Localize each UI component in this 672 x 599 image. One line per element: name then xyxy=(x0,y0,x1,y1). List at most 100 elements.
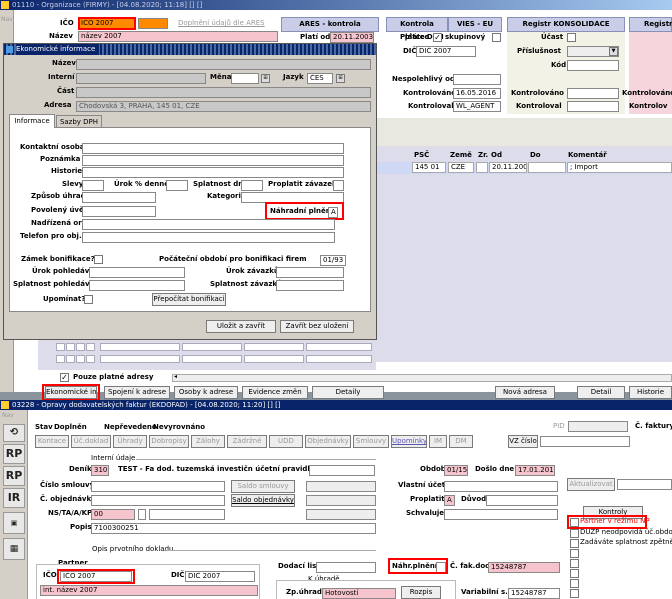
rozpis-button[interactable]: Rozpis xyxy=(401,586,441,599)
ir-icon[interactable]: IR xyxy=(3,488,25,508)
nespolehlivy-field[interactable] xyxy=(453,74,501,85)
prislusnost-dropdown[interactable]: ▼ xyxy=(609,47,618,56)
nav-arrows-icon[interactable]: ⟲ xyxy=(3,424,25,442)
list-item[interactable] xyxy=(306,355,372,363)
ns-field-4[interactable] xyxy=(306,509,376,520)
urok-zavazku-field[interactable] xyxy=(276,267,344,278)
detaily-button[interactable]: Detaily xyxy=(312,386,384,399)
list-item[interactable] xyxy=(244,355,304,363)
platce-dph-checkbox[interactable]: ✓ xyxy=(433,33,442,42)
slevy-field[interactable] xyxy=(82,180,104,191)
list-item[interactable] xyxy=(66,355,75,363)
spojeni-k-adrese-button[interactable]: Spojení k adrese xyxy=(104,386,170,399)
evidence-zmen-button[interactable]: Evidence změn xyxy=(242,386,308,399)
grid-cell-zeme[interactable]: CZE xyxy=(448,162,474,173)
list-item[interactable] xyxy=(56,343,65,351)
list-item[interactable] xyxy=(100,343,180,351)
zadrzne-button[interactable]: Zádržné xyxy=(227,435,267,448)
kontace-button[interactable]: Kontace xyxy=(35,435,69,448)
zavrit-bez-ulozeni-button[interactable]: Zavřít bez uložení xyxy=(280,320,354,333)
vz-cislo-field[interactable] xyxy=(540,436,630,447)
nazev-field[interactable]: název 2007 xyxy=(78,31,278,42)
ucast-checkbox[interactable] xyxy=(567,33,576,42)
denik-field[interactable]: 310 xyxy=(91,465,109,476)
vies-header[interactable]: VIES - EU xyxy=(448,17,502,32)
kontroloval2-field[interactable] xyxy=(567,101,619,112)
dialog-interni-field[interactable] xyxy=(76,73,206,84)
grid-cell-od[interactable]: 20.11.2003 xyxy=(489,162,527,173)
upominat-checkbox[interactable] xyxy=(84,295,93,304)
list-item[interactable] xyxy=(570,559,579,568)
list-item[interactable] xyxy=(66,343,75,351)
pouze-platne-checkbox[interactable]: ✓ xyxy=(60,373,69,382)
skupinovy-checkbox[interactable] xyxy=(492,33,501,42)
saldo-smlouvy-button[interactable]: Saldo smlouvy xyxy=(231,480,295,493)
list-item[interactable] xyxy=(182,355,242,363)
detail-button[interactable]: Detail xyxy=(577,386,625,399)
aktualizovat-button[interactable]: Aktualizovat xyxy=(567,478,615,491)
objednavky-button[interactable]: Objednávky xyxy=(305,435,351,448)
telefon-field[interactable] xyxy=(82,232,335,243)
cislo-smlouvy-field[interactable] xyxy=(91,481,225,492)
osoby-k-adrese-button[interactable]: Osoby k adrese xyxy=(174,386,238,399)
popis-field[interactable]: 7100300251 xyxy=(91,523,376,534)
grid-header-do[interactable]: Do xyxy=(530,150,541,161)
povoleny-uver-field[interactable] xyxy=(82,206,156,217)
list-item[interactable] xyxy=(570,579,579,588)
urok-denne-field[interactable] xyxy=(166,180,188,191)
kontrolovano2-field[interactable] xyxy=(567,88,619,99)
splatnost-pohledavek-field[interactable] xyxy=(89,280,185,291)
calculator-icon[interactable]: ▦ xyxy=(3,538,25,560)
top-window-titlebar[interactable]: 01110 - Organizace (FIRMY) - [04.08.2020… xyxy=(0,0,672,10)
dic-field[interactable]: DIČ 2007 xyxy=(416,46,476,57)
zalohy-button[interactable]: Zálohy xyxy=(191,435,225,448)
list-item[interactable] xyxy=(100,355,180,363)
saldo-objednavky-button[interactable]: Saldo objednávky xyxy=(231,494,295,507)
nadrizena-org-field[interactable] xyxy=(82,219,335,230)
list-item[interactable] xyxy=(86,355,95,363)
list-item[interactable] xyxy=(76,343,85,351)
kod-field[interactable] xyxy=(567,60,619,71)
ulozit-a-zavrit-button[interactable]: Uložit a zavřít xyxy=(206,320,276,333)
jazyk-lookup-icon[interactable]: ⊞ xyxy=(336,74,345,83)
nova-adresa-button[interactable]: Nová adresa xyxy=(495,386,555,399)
list-item[interactable] xyxy=(244,343,304,351)
uc-doklad-button[interactable]: Úč.doklad xyxy=(71,435,111,448)
historie-field[interactable] xyxy=(82,167,344,178)
grid-header-od[interactable]: Od xyxy=(491,150,502,161)
list-item[interactable] xyxy=(76,355,85,363)
list-item[interactable] xyxy=(306,343,372,351)
smlouvy-button[interactable]: Smlouvy xyxy=(353,435,389,448)
list-item[interactable] xyxy=(570,549,579,558)
proplatit-zavazek-field[interactable] xyxy=(333,180,344,191)
obdobi-field[interactable]: 01/15 xyxy=(444,465,468,476)
kontrolovano-field[interactable]: 16.05.2016 xyxy=(453,88,501,99)
vlastni-ucet-field[interactable] xyxy=(444,481,558,492)
kontaktni-osoba-field[interactable] xyxy=(82,143,344,154)
prepocitat-bonifikaci-button[interactable]: Přepočítat bonifikaci xyxy=(152,293,226,306)
schvaluje-field[interactable] xyxy=(444,509,558,520)
urok-pohledavek-field[interactable] xyxy=(89,267,185,278)
list-item[interactable] xyxy=(570,589,579,598)
dialog-adresa-field[interactable]: Chodovská 3, PRAHA, 145 01, CZE xyxy=(76,101,371,112)
ns-field-1[interactable]: 00 xyxy=(91,509,135,520)
c-fak-dod-field[interactable]: 15248787 xyxy=(488,562,560,573)
tab-informace[interactable]: Informace xyxy=(9,114,55,128)
list-item[interactable] xyxy=(570,569,579,578)
zadavate-checkbox[interactable] xyxy=(570,539,579,548)
dialog-mena-field[interactable] xyxy=(231,73,259,84)
rp-icon[interactable]: RP xyxy=(3,444,25,464)
c-objednavky-field[interactable] xyxy=(91,495,225,506)
dialog-titlebar[interactable]: Ekonomické informace xyxy=(4,44,376,55)
dialog-cast-field[interactable] xyxy=(76,87,371,98)
sps-icon[interactable]: ▣ xyxy=(3,512,25,534)
uhrady-button[interactable]: Úhrady xyxy=(113,435,147,448)
grid-header-komentar[interactable]: Komentář xyxy=(568,150,607,161)
grid-cell-psc[interactable]: 145 01 xyxy=(412,162,446,173)
duzp-checkbox[interactable] xyxy=(570,529,579,538)
zpusob-uhrady-field[interactable] xyxy=(82,192,156,203)
aktualizovat-field[interactable] xyxy=(617,479,672,490)
doslo-dne-field[interactable]: 17.01.2015 xyxy=(515,465,555,476)
variabilni-field[interactable]: 15248787 xyxy=(508,588,560,599)
historie-button[interactable]: Historie xyxy=(629,386,672,399)
